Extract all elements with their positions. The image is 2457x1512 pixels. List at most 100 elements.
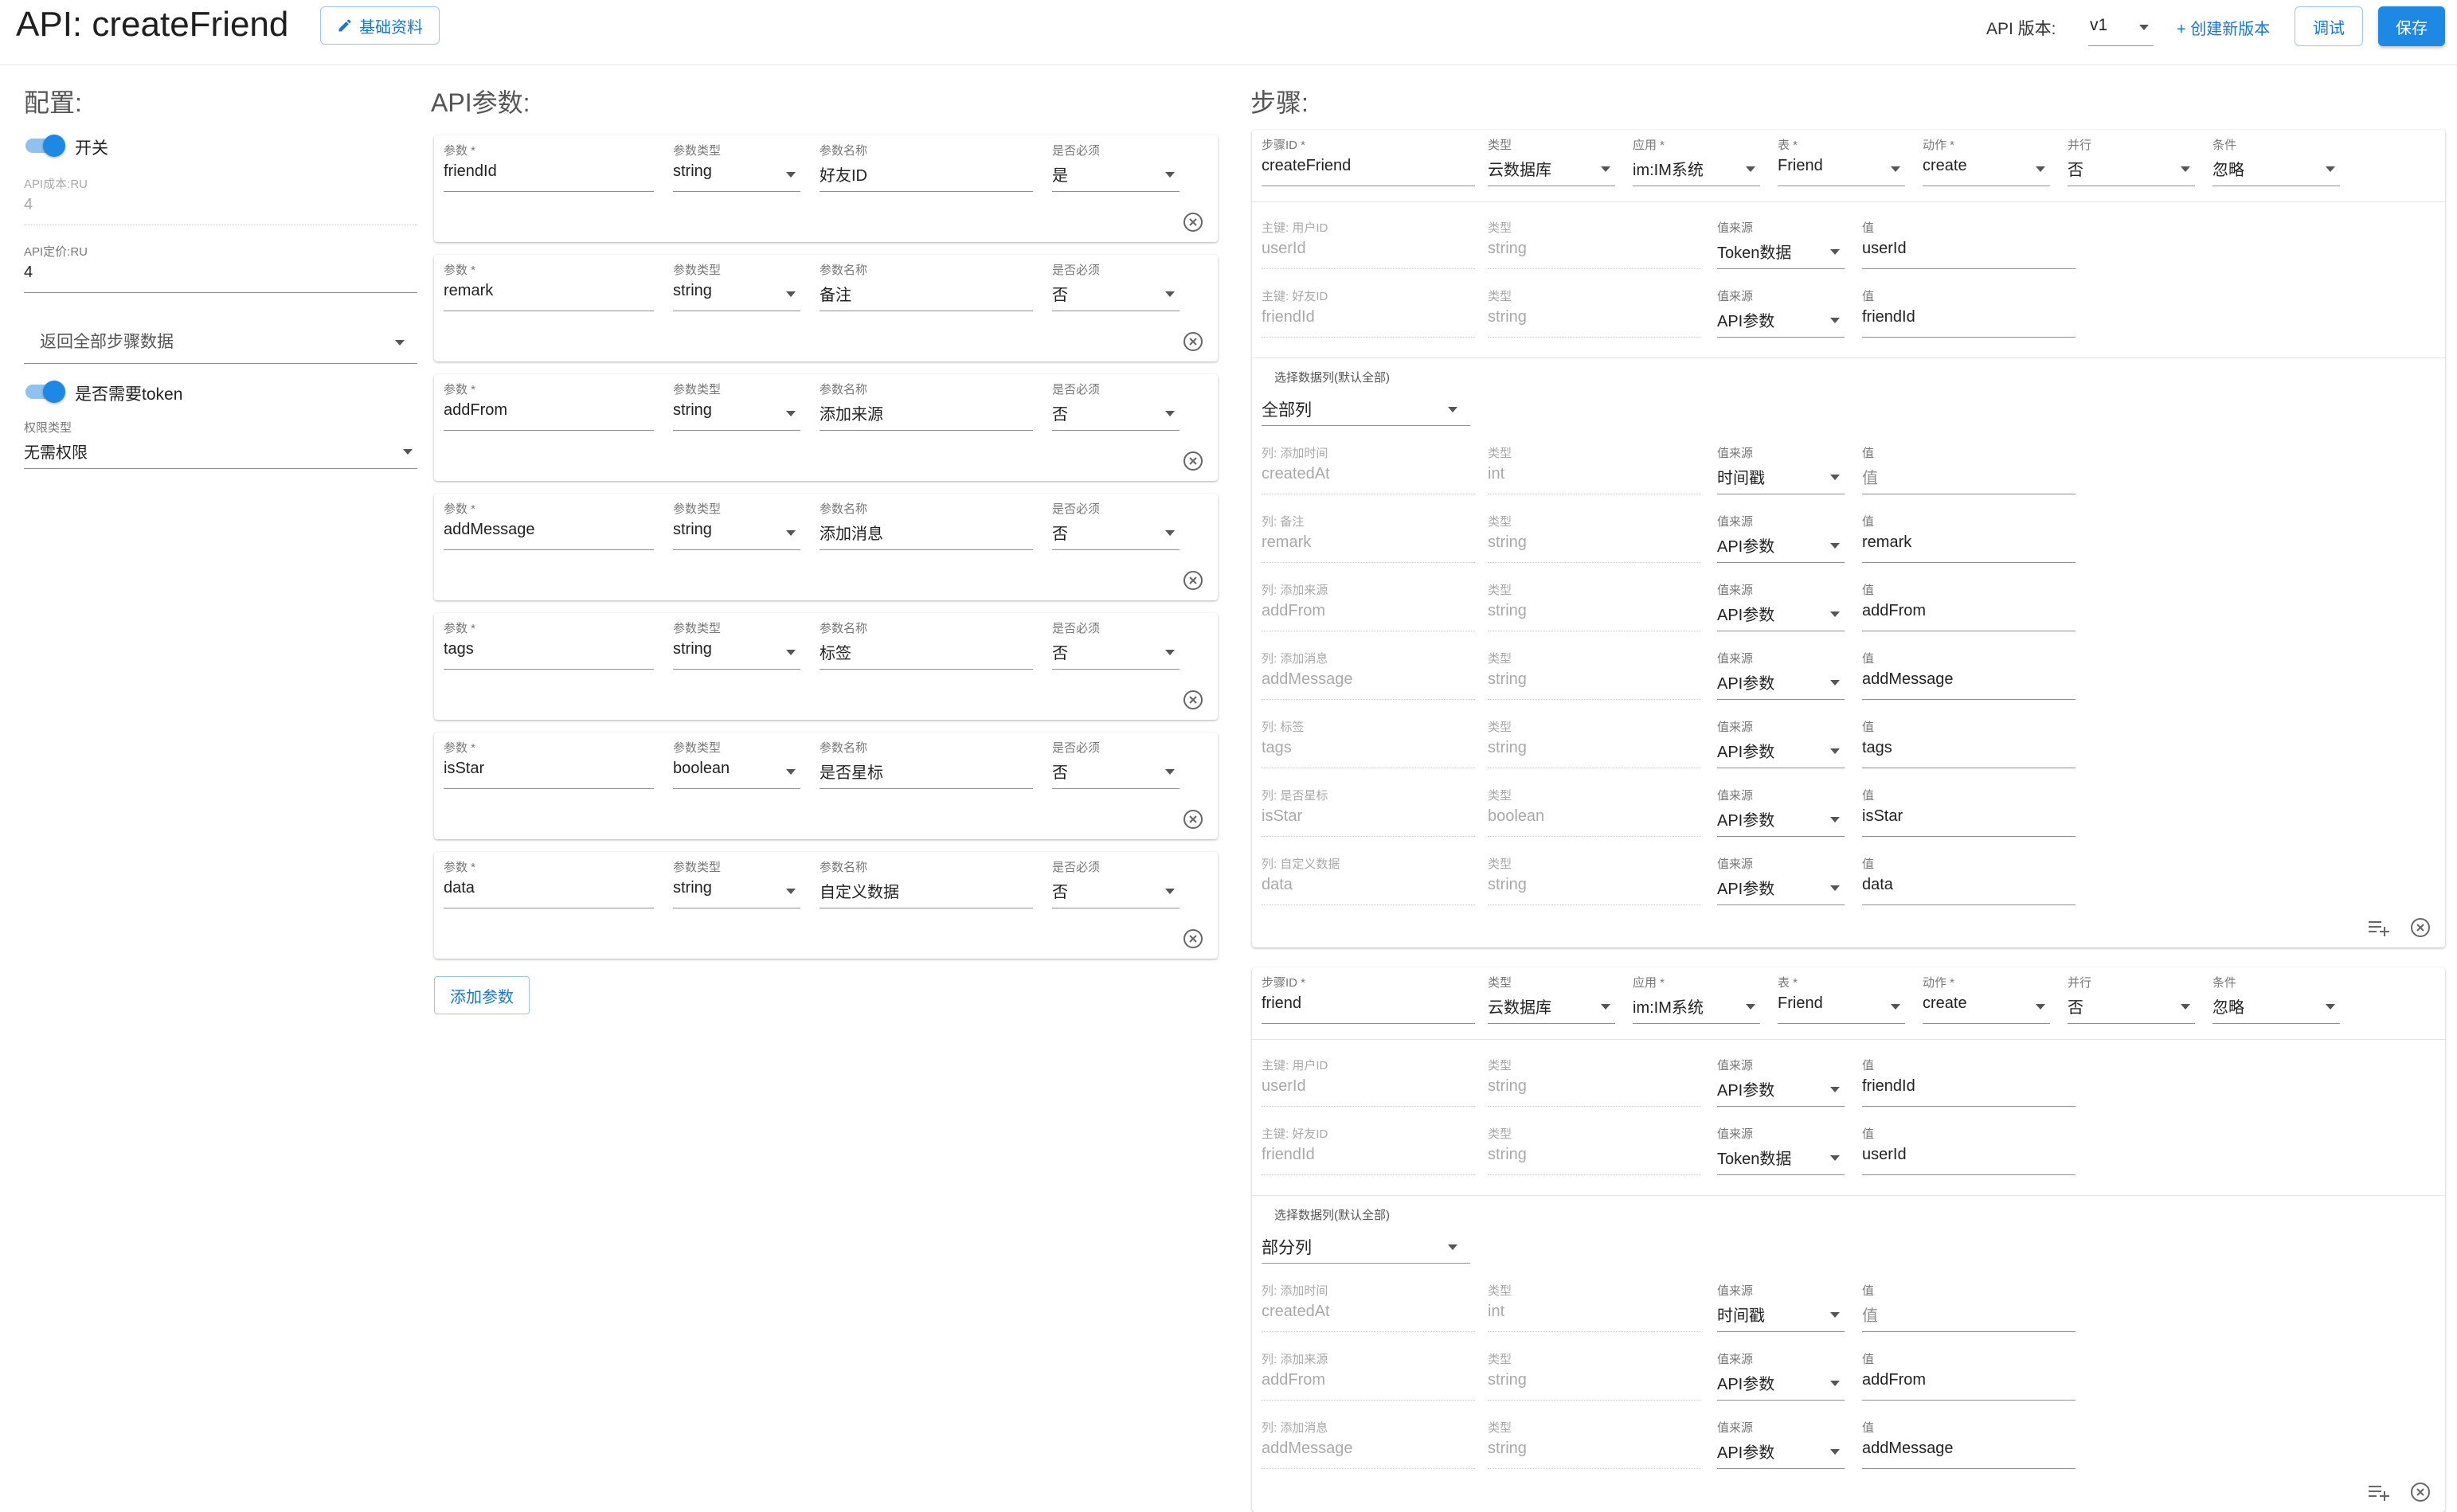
step-condition-select[interactable]: 条件 忽略 (2212, 974, 2340, 1026)
close-circle-icon[interactable] (1183, 928, 1203, 949)
param-type-select[interactable]: 参数类型 string (673, 500, 800, 553)
param-key-input[interactable]: 参数 * addMessage (444, 500, 654, 553)
close-circle-icon[interactable] (1183, 570, 1203, 591)
step-type-select[interactable]: 类型 云数据库 (1488, 974, 1615, 1026)
value-input[interactable]: 值 isStar (1862, 787, 2076, 839)
value-source-select[interactable]: 值来源 API参数 (1717, 855, 1845, 908)
value-source-select[interactable]: 值来源 API参数 (1717, 513, 1845, 565)
param-type-select[interactable]: 参数类型 string (673, 858, 800, 911)
chevron-down-icon (1830, 1087, 1840, 1092)
value-input[interactable]: 值 friendId (1862, 1057, 2076, 1109)
field-value: string (1488, 739, 1527, 756)
close-circle-icon[interactable] (2410, 917, 2431, 938)
value-input[interactable]: 值 data (1862, 855, 2076, 908)
param-required-select[interactable]: 是否必须否 (1052, 619, 1180, 672)
param-required-select[interactable]: 是否必须否 (1052, 500, 1180, 553)
close-circle-icon[interactable] (2410, 1482, 2431, 1502)
step-table-select[interactable]: 表 * Friend (1778, 974, 1905, 1026)
switch-toggle[interactable] (24, 133, 65, 157)
value-input[interactable]: 值 tags (1862, 718, 2076, 771)
value-source-select[interactable]: 值来源 API参数 (1717, 581, 1845, 634)
param-required-select[interactable]: 是否必须否 (1052, 381, 1180, 433)
param-required-select[interactable]: 是否必须否 (1052, 739, 1180, 791)
step-type-select[interactable]: 类型 云数据库 (1488, 136, 1615, 189)
param-key-input[interactable]: 参数 * tags (444, 619, 654, 672)
value-input[interactable]: 值 friendId (1862, 287, 2076, 340)
select-columns-select[interactable]: 部分列 (1262, 1222, 1470, 1264)
value-source-select[interactable]: 值来源 时间戳 (1717, 1282, 1845, 1334)
column-type-field: 类型 string (1488, 650, 1701, 702)
field-value: int (1488, 1303, 1505, 1320)
value-input[interactable]: 值值 (1862, 1282, 2076, 1334)
value-source-select[interactable]: 值来源 API参数 (1717, 650, 1845, 702)
param-name-input[interactable]: 参数名称 自定义数据 (820, 858, 1033, 911)
value-source-select[interactable]: 值来源 Token数据 (1717, 1125, 1845, 1178)
step-condition-select[interactable]: 条件 忽略 (2212, 136, 2340, 189)
param-name-input[interactable]: 参数名称 是否星标 (820, 739, 1033, 791)
value-input[interactable]: 值 addMessage (1862, 1419, 2076, 1471)
api-version-select[interactable]: v1 (2088, 8, 2154, 46)
create-version-link[interactable]: + 创建新版本 (2177, 16, 2270, 39)
select-columns-select[interactable]: 全部列 (1262, 385, 1470, 426)
value-input[interactable]: 值 userId (1862, 1125, 2076, 1178)
step-id-input[interactable]: 步骤ID * friend (1262, 974, 1475, 1026)
return-steps-select[interactable]: 返回全部步骤数据 (24, 315, 417, 364)
close-circle-icon[interactable] (1183, 212, 1203, 232)
value-source-select[interactable]: 值来源 API参数 (1717, 1057, 1845, 1109)
step-parallel-select[interactable]: 并行否 (2068, 974, 2195, 1026)
param-key-input[interactable]: 参数 * data (444, 858, 654, 911)
step-table-select[interactable]: 表 * Friend (1778, 136, 1905, 189)
step-action-select[interactable]: 动作 * create (1923, 136, 2050, 189)
playlist-add-icon[interactable] (2367, 917, 2391, 938)
close-circle-icon[interactable] (1183, 690, 1203, 710)
param-required-select[interactable]: 是否必须是 (1052, 142, 1180, 194)
param-type-select[interactable]: 参数类型 string (673, 142, 800, 194)
value-source-select[interactable]: 值来源 时间戳 (1717, 444, 1845, 497)
param-key-input[interactable]: 参数 * remark (444, 261, 654, 314)
param-type-select[interactable]: 参数类型 string (673, 381, 800, 433)
basic-info-button[interactable]: 基础资料 (320, 6, 440, 45)
chevron-down-icon (395, 340, 405, 346)
param-key-input[interactable]: 参数 * isStar (444, 739, 654, 791)
param-required-select[interactable]: 是否必须否 (1052, 261, 1180, 314)
param-key-input[interactable]: 参数 * friendId (444, 142, 654, 194)
param-type-select[interactable]: 参数类型 boolean (673, 739, 800, 791)
step-app-select[interactable]: 应用 * im:IM系统 (1633, 974, 1760, 1026)
value-input[interactable]: 值 remark (1862, 513, 2076, 565)
value-input[interactable]: 值值 (1862, 444, 2076, 497)
param-name-input[interactable]: 参数名称 添加消息 (820, 500, 1033, 553)
playlist-add-icon[interactable] (2367, 1482, 2391, 1502)
param-name-input[interactable]: 参数名称 好友ID (820, 142, 1033, 194)
value-source-select[interactable]: 值来源 API参数 (1717, 287, 1845, 340)
value-input[interactable]: 值 addFrom (1862, 1350, 2076, 1403)
debug-button[interactable]: 调试 (2295, 6, 2363, 46)
param-name-input[interactable]: 参数名称 备注 (820, 261, 1033, 314)
value-input[interactable]: 值 addFrom (1862, 581, 2076, 634)
close-circle-icon[interactable] (1183, 809, 1203, 830)
param-key-input[interactable]: 参数 * addFrom (444, 381, 654, 433)
token-toggle[interactable] (24, 379, 65, 403)
step-action-select[interactable]: 动作 * create (1923, 974, 2050, 1026)
value-input[interactable]: 值 userId (1862, 219, 2076, 272)
value-source-select[interactable]: 值来源 API参数 (1717, 1419, 1845, 1471)
step-parallel-select[interactable]: 并行否 (2068, 136, 2195, 189)
param-name-input[interactable]: 参数名称 添加来源 (820, 381, 1033, 433)
value-source-select[interactable]: 值来源 Token数据 (1717, 219, 1845, 272)
step-app-select[interactable]: 应用 * im:IM系统 (1633, 136, 1760, 189)
field-value: string (1488, 1440, 1527, 1457)
step-id-input[interactable]: 步骤ID * createFriend (1262, 136, 1475, 189)
value-source-select[interactable]: 值来源 API参数 (1717, 718, 1845, 771)
save-button[interactable]: 保存 (2378, 6, 2445, 46)
value-source-select[interactable]: 值来源 API参数 (1717, 1350, 1845, 1403)
param-required-select[interactable]: 是否必须否 (1052, 858, 1180, 911)
field-label: 参数名称 (820, 383, 868, 397)
field-value: 否 (1052, 525, 1068, 543)
close-circle-icon[interactable] (1183, 451, 1203, 471)
param-name-input[interactable]: 参数名称 标签 (820, 619, 1033, 672)
param-type-select[interactable]: 参数类型 string (673, 619, 800, 672)
value-source-select[interactable]: 值来源 API参数 (1717, 787, 1845, 839)
value-input[interactable]: 值 addMessage (1862, 650, 2076, 702)
param-type-select[interactable]: 参数类型 string (673, 261, 800, 314)
add-param-button[interactable]: 添加参数 (434, 976, 530, 1014)
close-circle-icon[interactable] (1183, 331, 1203, 352)
